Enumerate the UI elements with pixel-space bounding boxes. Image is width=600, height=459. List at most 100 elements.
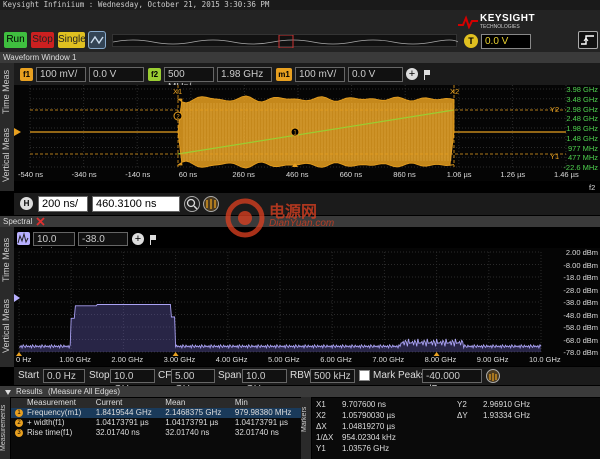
measurements-panel: Measurement Current Mean Min 1 Frequency(… [11,398,301,459]
edge-trigger-icon [581,35,594,45]
watermark: 电源网 DianYuan.com [225,196,375,240]
table-row[interactable]: 1 Frequency(m1) 1.8419544 GHz 2.1468375 GHz… [11,408,301,418]
tab-time-meas[interactable]: Time Meas [1,65,13,119]
f2-scale-field[interactable]: 500 MHz/ [164,67,214,93]
acquisition-overview[interactable] [112,34,459,49]
rbw-field[interactable]: 500 kHz [310,369,355,383]
autoscale-button[interactable] [88,31,106,49]
window-title: Keysight Infiniium : Wednesday, October … [3,0,270,9]
stop-field[interactable]: 10.0 GHz [110,369,155,395]
window-options-button[interactable] [422,68,432,80]
stop-label: Stop [89,370,110,381]
marker-readout-row: 1/ΔX 954.02304 kHz [316,433,396,443]
waveform-plot: 21 [14,85,567,169]
stop-button[interactable]: Stop [30,31,55,49]
marker-readout-key: 1/ΔX [316,433,334,442]
tab-spectral-time-meas[interactable]: Time Meas [1,235,13,285]
results-title: Results [16,387,43,396]
waveform-x-tick: 260 ns [232,170,255,179]
mark-peaks-threshold-field[interactable]: -40.000 dBm [422,369,482,395]
spectral-x-tick: 8.00 GHz [424,355,457,364]
table-row[interactable]: 3 Rise time(f1) 32.01740 ns 32.01740 ns 32.0… [11,428,301,438]
measurement-name: Rise time(f1) [27,428,73,437]
marker-readout-key: X1 [316,400,326,409]
trigger-mode-button[interactable] [578,31,598,49]
h-scale-field[interactable]: 200 ns/ [38,196,88,212]
add-spectral-button[interactable]: + [132,233,144,245]
m1-scale-field[interactable]: 100 mV/ [295,67,345,82]
marker-readout-row: X2 1.05790030 µs [316,411,395,421]
measurement-min-cell: 32.01740 ns [234,428,279,437]
top-toolbar: KEYSIGHT TECHNOLOGIES Run Stop Single T … [0,10,600,52]
trigger-badge[interactable]: T [464,34,478,48]
waveform-y-tick: 3.48 GHz [566,94,598,104]
f2-badge[interactable]: f2 [148,68,161,81]
m1-offset-field[interactable]: 0.0 V [348,67,403,82]
measurement-number-badge: 3 [15,428,23,437]
marker-readout-row: ΔX 1.04819270 µs [316,422,395,432]
trigger-level-field[interactable]: 0.0 V [481,34,531,49]
navigator-icon [206,199,216,209]
flag-icon [424,70,430,80]
spectral-y-tick: -18.0 dBm [563,273,598,282]
f1-badge[interactable]: f1 [20,68,33,81]
marker-readout-key: Y2 [457,400,467,409]
measurement-current-cell: 1.8419544 GHz [95,408,152,417]
zoom-button[interactable] [184,196,200,212]
spectral-x-tick: 2.00 GHz [111,355,144,364]
spectral-y-tick: -68.0 dBm [563,335,598,345]
keysight-logo: KEYSIGHT TECHNOLOGIES [458,12,558,32]
h-position-field[interactable]: 460.3100 ns [92,196,180,212]
run-button[interactable]: Run [3,31,28,49]
spectral-x-tick: 9.00 GHz [476,355,509,364]
waveform-y-tick: 477 MHz [567,153,598,163]
marker-readout-row: X1 9.707600 ns [316,400,386,410]
spectral-x-tick: 1.00 GHz [59,355,91,364]
tab-spectral-vertical-meas[interactable]: Vertical Meas [1,289,13,363]
f1-scale-field[interactable]: 100 mV/ [36,67,86,82]
waveform-y-tick: 1.48 GHz [566,133,598,143]
results-side-tab: Measurements [0,397,10,459]
marker-y2-label: Y2 [550,105,560,114]
m1-badge[interactable]: m1 [276,68,292,81]
cf-field[interactable]: 5.00 GHz [171,369,215,395]
tab-vertical-meas[interactable]: Vertical Meas [1,123,13,187]
spectral-options-button[interactable] [148,233,158,245]
tab-markers[interactable]: Markers [301,399,311,439]
single-button[interactable]: Single [57,31,86,49]
spectral-y-tick: 2.00 dBm [565,248,598,257]
spectral-y-tick: -58.0 dBm [563,323,598,332]
channel-offset-marker [14,128,21,136]
spectral-graticule[interactable]: 2.00 dBm -8.00 dBm -18.0 dBm -28.0 dBm -38.0… [14,248,600,366]
f2-center-field[interactable]: 1.98 GHz [217,67,272,82]
marker-readout-value: 954.02304 kHz [342,433,396,442]
mark-peaks-checkbox[interactable] [359,370,370,381]
spectral-scale-field[interactable]: 10.0 dB/ [33,232,75,258]
segment-navigator-button[interactable] [203,196,219,212]
close-icon[interactable] [36,217,45,226]
marker-readout-value: 9.707600 ns [342,400,387,409]
measurement-mean-cell: 32.01740 ns [165,428,210,437]
results-collapse-icon[interactable] [4,388,12,396]
add-function-button[interactable]: + [406,68,418,80]
spectrum-function-badge[interactable] [17,232,30,245]
spectral-settings-button[interactable] [486,369,500,383]
plus-icon: + [408,68,416,80]
measurement-name: Frequency(m1) [27,408,82,417]
f1-offset-field[interactable]: 0.0 V [89,67,144,82]
start-field[interactable]: 0.0 Hz [43,369,85,383]
h-badge[interactable]: H [20,197,33,210]
col-measurement: Measurement [27,398,76,407]
table-row[interactable]: 2 + width(f1) 1.04173791 µs 1.04173791 µs 1.… [11,418,301,428]
span-label: Span [218,370,242,381]
measurement-min-cell: 979.98380 MHz [234,408,292,417]
brand-name: KEYSIGHT [480,13,536,24]
span-field[interactable]: 10.0 GHz [242,369,287,395]
tab-measurements[interactable]: Measurements [0,399,10,457]
waveform-y-tick: 2.48 GHz [566,114,598,124]
spectral-ref-field[interactable]: -38.0 dBm [78,232,128,258]
keysight-wave-icon [458,15,478,29]
waveform-graticule[interactable]: 21 3.98 GHz 3.48 GHz 2.98 GHz 2.48 GHz 1.98 … [14,85,600,192]
waveform-window-header: Waveform Window 1 [0,52,600,63]
watermark-en: DianYuan.com [269,218,335,229]
